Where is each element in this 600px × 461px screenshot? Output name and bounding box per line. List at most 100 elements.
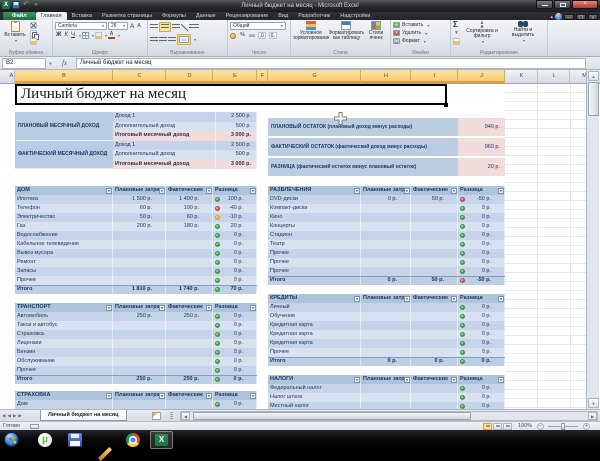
table-row-fact[interactable] (166, 339, 213, 348)
table-header-diff[interactable]: Разница▼ (213, 391, 257, 400)
table-header-plan[interactable]: Плановые затрат▼ (113, 303, 166, 312)
table-row-name[interactable]: Дом (15, 400, 113, 409)
table-row-name[interactable]: Страховка (15, 330, 113, 339)
table-row-diff[interactable]: -10 р. (213, 213, 257, 222)
table-row-plan[interactable] (113, 330, 166, 339)
table-row-plan[interactable] (361, 240, 411, 249)
table-row-fact[interactable] (411, 222, 458, 231)
table-row-fact[interactable]: 60 р. (166, 213, 213, 222)
undo-icon[interactable]: ↶ (22, 1, 30, 9)
page-break-view-button[interactable] (503, 423, 512, 430)
column-header-H[interactable]: H (361, 70, 411, 83)
table-row-diff[interactable]: 0 р. (458, 213, 505, 222)
table-row-name[interactable]: Личный (268, 303, 361, 312)
table-row-fact[interactable]: 250 р. (166, 312, 213, 321)
filter-dropdown-icon[interactable]: ▼ (159, 188, 165, 194)
table-row-name[interactable]: Бензин (15, 348, 113, 357)
brush-app-icon[interactable] (98, 447, 112, 461)
table-row-diff[interactable]: 0 р. (458, 348, 505, 357)
table-row-name[interactable]: Ремонт (15, 258, 113, 267)
table-row-plan[interactable]: 0 р. (361, 357, 411, 366)
table-row-diff[interactable]: 0 р. (213, 321, 257, 330)
table-row-fact[interactable] (411, 402, 458, 409)
column-header-D[interactable]: D (166, 70, 213, 83)
summary-value[interactable]: 940 р. (458, 118, 505, 136)
table-row-fact[interactable] (166, 276, 213, 285)
filter-dropdown-icon[interactable]: ▼ (106, 305, 112, 311)
ribbon-tab-2[interactable]: Разметка страницы (97, 12, 157, 20)
filter-dropdown-icon[interactable]: ▼ (451, 188, 457, 194)
summary-value[interactable]: 960 р. (458, 138, 505, 156)
table-row-plan[interactable] (361, 258, 411, 267)
table-row-diff[interactable]: 0 р. (458, 267, 505, 276)
table-row-diff[interactable]: 100 р. (213, 195, 257, 204)
table-row-fact[interactable] (411, 303, 458, 312)
table-header-plan[interactable]: Плановые затрат▼ (361, 186, 411, 195)
filter-dropdown-icon[interactable]: ▼ (404, 188, 410, 194)
table-row-plan[interactable] (113, 366, 166, 375)
table-row-name[interactable]: Итого (268, 357, 361, 366)
summary-label[interactable]: ПЛАНОВЫЙ ОСТАТОК (плановый доход минус р… (268, 118, 458, 136)
sheet-tab[interactable]: Личный бюджет на месяц (40, 410, 127, 421)
scroll-up-button[interactable]: ▲ (588, 71, 599, 81)
table-row-plan[interactable] (113, 357, 166, 366)
table-row-fact[interactable] (411, 231, 458, 240)
table-row-plan[interactable] (361, 330, 411, 339)
ribbon-tab-6[interactable]: Вид (273, 12, 293, 20)
table-row-fact[interactable] (411, 339, 458, 348)
table-row-fact[interactable]: 100 р. (166, 204, 213, 213)
formula-input[interactable]: Личный бюджет на месяц (76, 58, 586, 69)
font-size-select[interactable]: 26▾ (108, 22, 128, 30)
filter-dropdown-icon[interactable]: ▼ (451, 296, 457, 302)
autosum-icon[interactable]: Σ (453, 21, 460, 29)
vertical-scroll-thumb[interactable] (588, 82, 599, 116)
summary-value[interactable]: 20 р. (458, 158, 505, 176)
table-row-plan[interactable] (361, 267, 411, 276)
align-center-icon[interactable] (159, 37, 167, 43)
selection-fill-handle[interactable] (444, 103, 448, 107)
table-row-name[interactable]: Электричество (15, 213, 113, 222)
table-row-plan[interactable] (361, 312, 411, 321)
font-name-select[interactable]: Cambria▾ (55, 22, 107, 30)
table-row-diff[interactable]: 0 р. (213, 258, 257, 267)
table-row-fact[interactable] (411, 330, 458, 339)
table-header-fact[interactable]: Фактические▼ (411, 294, 458, 303)
normal-view-button[interactable] (483, 423, 492, 430)
table-row-fact[interactable]: 180 р. (166, 222, 213, 231)
table-row-name[interactable]: Итого (268, 276, 361, 285)
scroll-right-button[interactable]: ▶ (588, 412, 597, 420)
filter-dropdown-icon[interactable]: ▼ (354, 296, 360, 302)
insert-cells-button[interactable]: +Вставить▾ (393, 21, 448, 29)
table-row-plan[interactable] (361, 231, 411, 240)
income-row-value[interactable]: 3 000 р. (216, 131, 257, 141)
table-row-diff[interactable]: 0 р. (458, 204, 505, 213)
filter-dropdown-icon[interactable]: ▼ (250, 305, 256, 311)
fill-down-icon[interactable]: ▼ (453, 30, 460, 37)
table-header-entertainment[interactable]: РАЗВЛЕЧЕНИЯ▼ (268, 186, 361, 195)
align-top-icon[interactable] (150, 24, 158, 30)
filter-dropdown-icon[interactable]: ▼ (206, 188, 212, 194)
table-row-fact[interactable] (411, 384, 458, 393)
table-row-diff[interactable]: 0 р. (213, 348, 257, 357)
align-right-icon[interactable] (168, 37, 176, 43)
comma-style-icon[interactable]: 000 (249, 33, 255, 38)
ribbon-tab-0[interactable]: Главная (36, 12, 67, 20)
table-row-name[interactable]: Прочее (268, 348, 361, 357)
ribbon-tab-1[interactable]: Вставка (67, 12, 97, 20)
table-row-diff[interactable]: 0 р. (213, 357, 257, 366)
table-row-diff[interactable]: 0 р. (213, 375, 257, 384)
accounting-format-icon[interactable] (230, 33, 236, 39)
table-row-fact[interactable] (166, 348, 213, 357)
table-row-diff[interactable]: 0 р. (458, 393, 505, 402)
table-row-name[interactable]: Кредитная карта (268, 339, 361, 348)
income-row-label[interactable]: Итоговый месячный доход (113, 160, 216, 170)
income-row-value[interactable]: 2 500 р. (216, 112, 257, 122)
table-row-fact[interactable] (411, 204, 458, 213)
workbook-minimize-button[interactable]: — (564, 14, 574, 20)
table-row-fact[interactable] (166, 249, 213, 258)
table-row-plan[interactable] (361, 321, 411, 330)
table-row-name[interactable]: Итого (15, 375, 113, 384)
column-header-K[interactable]: K (505, 70, 538, 83)
insert-worksheet-tab[interactable] (152, 412, 161, 420)
column-header-F[interactable]: F (257, 70, 268, 83)
